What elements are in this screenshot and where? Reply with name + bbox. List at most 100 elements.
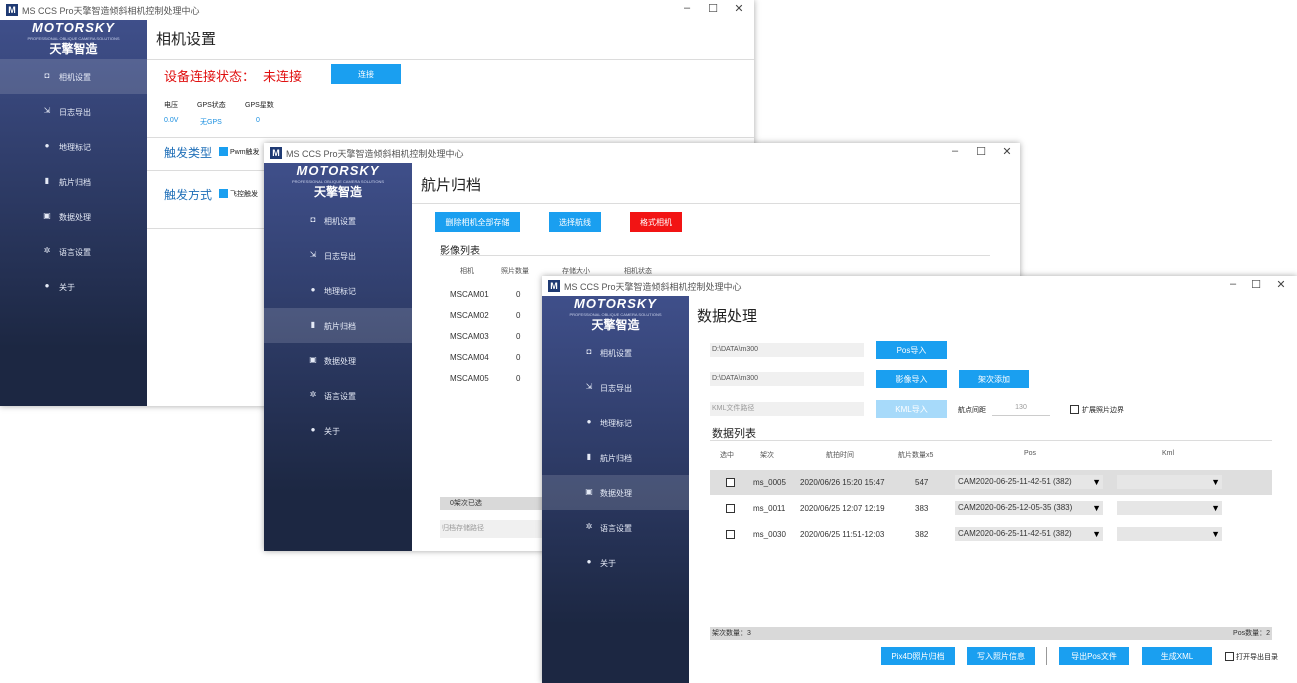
export-icon: ⇲: [43, 106, 51, 115]
close-button[interactable]: ✕: [1274, 278, 1288, 291]
export-pos-button[interactable]: 导出Pos文件: [1059, 647, 1129, 665]
title-bar[interactable]: M MS CCS Pro天擎智造倾斜相机控制处理中心 – ☐ ✕: [264, 143, 1020, 163]
archive-path-input[interactable]: 归档存储路径: [440, 520, 544, 538]
logo-brand: MOTORSKY: [574, 296, 657, 311]
camera-icon: ◘: [310, 215, 316, 224]
col-pos: Pos: [1024, 450, 1037, 457]
sidebar-item-camera-settings[interactable]: ◘ 相机设置: [264, 203, 412, 238]
row-checkbox[interactable]: [726, 478, 735, 487]
sidebar-item-archive[interactable]: ▮ 航片归档: [542, 440, 689, 475]
data-process-icon: ▣: [43, 211, 51, 220]
row-checkbox[interactable]: [726, 504, 735, 513]
sidebar-item-geotag[interactable]: ● 地理标记: [0, 129, 147, 164]
minimize-button[interactable]: –: [948, 145, 962, 157]
kml-select[interactable]: ▼: [1117, 501, 1222, 515]
trigger-mode-label: 触发方式: [164, 188, 213, 202]
sidebar-item-language[interactable]: ✲ 语言设置: [542, 510, 689, 545]
pos-select[interactable]: CAM2020-06-25-12-05-35 (383) ▼: [955, 501, 1103, 515]
dropdown-arrow-icon: ▼: [1092, 529, 1101, 539]
pos-import-button[interactable]: Pos导入: [876, 341, 947, 359]
archive-icon: ▮: [586, 452, 592, 461]
minimize-button[interactable]: –: [680, 2, 694, 14]
format-camera-button[interactable]: 格式相机: [630, 212, 682, 232]
flight-time: 2020/06/25 12:07 12:19: [800, 504, 885, 513]
summary-bar: 架次数量：3 Pos数量：2: [710, 627, 1272, 640]
extend-boundary-checkbox[interactable]: [1070, 405, 1079, 414]
kml-select[interactable]: ▼: [1117, 475, 1222, 489]
minimize-button[interactable]: –: [1226, 278, 1240, 290]
sidebar-item-camera-settings[interactable]: ◘ 相机设置: [0, 59, 147, 94]
dropdown-arrow-icon: ▼: [1211, 477, 1220, 487]
image-import-button[interactable]: 影像导入: [876, 370, 947, 388]
sidebar-item-about[interactable]: ● 关于: [264, 413, 412, 448]
fc-trigger-checkbox[interactable]: [219, 189, 228, 198]
table-row[interactable]: ms_0030 2020/06/25 11:51-12:03 382 CAM20…: [710, 522, 1272, 547]
image-path-input[interactable]: D:\DATA\m300: [710, 372, 864, 386]
sidebar-item-log-export[interactable]: ⇲ 日志导出: [542, 370, 689, 405]
add-flight-button[interactable]: 架次添加: [959, 370, 1029, 388]
open-folder-checkbox[interactable]: [1225, 652, 1234, 661]
flight-id: ms_0030: [753, 530, 786, 539]
close-button[interactable]: ✕: [1000, 145, 1014, 158]
col-select: 选中: [720, 452, 734, 459]
pos-select[interactable]: CAM2020-06-25-11-42-51 (382) ▼: [955, 527, 1103, 541]
fc-trigger-label: 飞控触发: [230, 191, 258, 198]
col-flight: 架次: [760, 452, 774, 459]
camera-icon: ◘: [586, 347, 592, 356]
info-divider: [147, 137, 754, 138]
title-bar[interactable]: M MS CCS Pro天擎智造倾斜相机控制处理中心 – ☐ ✕: [542, 276, 1297, 296]
photo-count: 0: [516, 353, 521, 362]
window-data-process: M MS CCS Pro天擎智造倾斜相机控制处理中心 – ☐ ✕ MOTORSK…: [542, 276, 1297, 683]
kml-select[interactable]: ▼: [1117, 527, 1222, 541]
title-bar[interactable]: M MS CCS Pro天擎智造倾斜相机控制处理中心 – ☐ ✕: [0, 0, 754, 20]
select-folder-button[interactable]: 选择航线: [549, 212, 601, 232]
sidebar-item-geotag[interactable]: ● 地理标记: [542, 405, 689, 440]
kml-import-button[interactable]: KML导入: [876, 400, 947, 418]
pos-path-input[interactable]: D:\DATA\m300: [710, 343, 864, 357]
sidebar-item-log-export[interactable]: ⇲ 日志导出: [0, 94, 147, 129]
page-title: 数据处理: [697, 308, 758, 325]
pix4d-archive-button[interactable]: Pix4D照片归档: [881, 647, 955, 665]
sidebar-item-camera-settings[interactable]: ◘ 相机设置: [542, 335, 689, 370]
connection-status-value: 未连接: [263, 69, 303, 84]
sidebar-item-about[interactable]: ● 关于: [542, 545, 689, 580]
sidebar-item-data-process[interactable]: ▣ 数据处理: [264, 343, 412, 378]
archive-icon: ▮: [310, 320, 316, 329]
sidebar: MOTORSKY PROFESSIONAL OBLIQUE CAMERA SOL…: [264, 163, 412, 551]
sidebar-item-about[interactable]: ● 关于: [0, 269, 147, 304]
kml-path-input[interactable]: KML文件路径: [710, 402, 864, 416]
sidebar-item-language[interactable]: ✲ 语言设置: [264, 378, 412, 413]
table-row[interactable]: ms_0005 2020/06/26 15:20 15:47 547 CAM20…: [710, 470, 1272, 495]
table-row[interactable]: ms_0011 2020/06/25 12:07 12:19 383 CAM20…: [710, 496, 1272, 521]
logo-cn-name: 天擎智造: [591, 318, 640, 332]
export-icon: ⇲: [309, 250, 317, 259]
app-icon: M: [548, 280, 560, 292]
sidebar-item-geotag[interactable]: ● 地理标记: [264, 273, 412, 308]
row-checkbox[interactable]: [726, 530, 735, 539]
generate-xml-button[interactable]: 生成XML: [1142, 647, 1212, 665]
sidebar-item-data-process[interactable]: ▣ 数据处理: [0, 199, 147, 234]
sidebar-item-data-process[interactable]: ▣ 数据处理: [542, 475, 689, 510]
logo: MOTORSKY PROFESSIONAL OBLIQUE CAMERA SOL…: [0, 20, 147, 60]
col-kml: Kml: [1162, 450, 1175, 457]
maximize-button[interactable]: ☐: [974, 145, 988, 158]
maximize-button[interactable]: ☐: [1249, 278, 1263, 291]
pwm-trigger-checkbox[interactable]: [219, 147, 228, 156]
waypoint-spacing-input[interactable]: 130: [992, 404, 1050, 416]
logo-brand: MOTORSKY: [32, 20, 115, 35]
sidebar-item-archive[interactable]: ▮ 航片归档: [264, 308, 412, 343]
read-camera-button[interactable]: 删除相机全部存储: [435, 212, 520, 232]
sidebar: MOTORSKY PROFESSIONAL OBLIQUE CAMERA SOL…: [542, 296, 689, 683]
info-icon: ●: [586, 557, 592, 566]
sidebar-item-archive[interactable]: ▮ 航片归档: [0, 164, 147, 199]
connect-button[interactable]: 连接: [331, 64, 401, 84]
sidebar-item-language[interactable]: ✲ 语言设置: [0, 234, 147, 269]
gps-sat-header: GPS星数: [245, 102, 274, 109]
sidebar-item-log-export[interactable]: ⇲ 日志导出: [264, 238, 412, 273]
pos-select[interactable]: CAM2020-06-25-11-42-51 (382) ▼: [955, 475, 1103, 489]
maximize-button[interactable]: ☐: [706, 2, 720, 15]
camera-name: MSCAM05: [450, 374, 489, 383]
close-button[interactable]: ✕: [732, 2, 746, 15]
write-exif-button[interactable]: 写入照片信息: [967, 647, 1035, 665]
col-camera: 相机: [460, 268, 474, 275]
